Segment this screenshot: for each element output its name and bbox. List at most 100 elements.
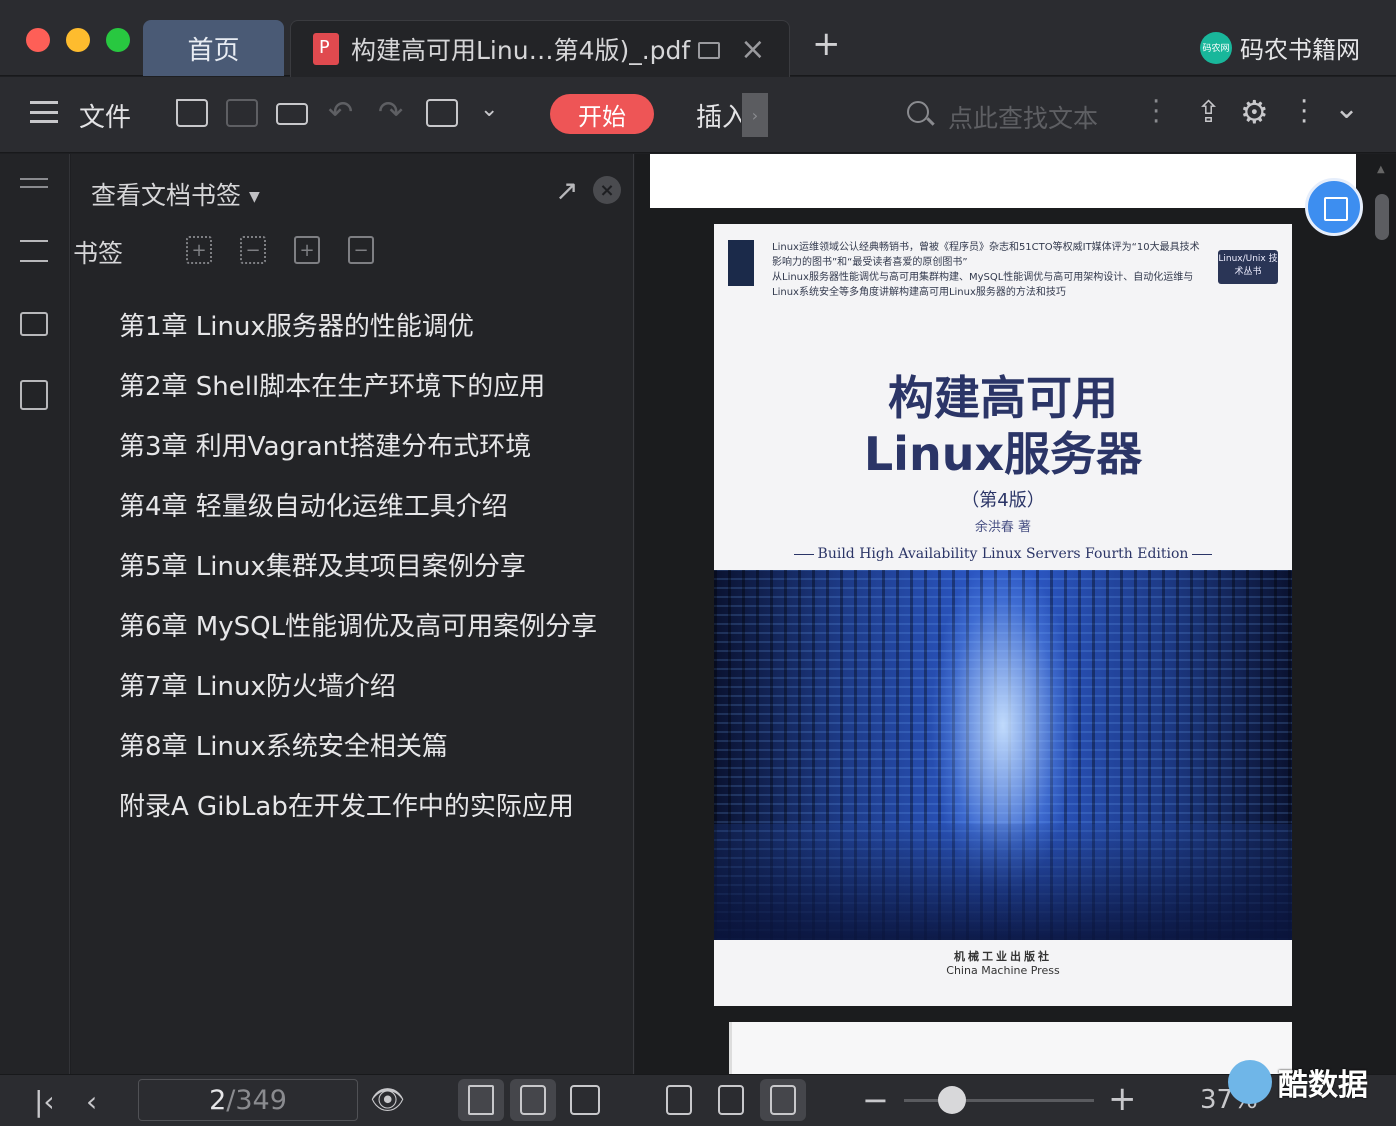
publisher-logo-icon xyxy=(728,240,754,286)
bookmark-panel: 查看文档书签 ▼ ↗ × 书签 + − + − 第1章 Linux服务器的性能调优… xyxy=(71,154,634,1074)
undo-icon[interactable]: ↶ xyxy=(328,95,353,130)
bookmark-list-icon[interactable] xyxy=(20,240,48,262)
tab-insert[interactable]: 插入 xyxy=(696,97,741,134)
more-options-icon[interactable]: · · · xyxy=(1300,89,1308,135)
tab-start[interactable]: 开始 xyxy=(550,94,654,134)
pop-out-icon[interactable]: ↗ xyxy=(555,174,578,207)
status-bar: |‹ ‹ 2 / 349 👁 − + 37% xyxy=(0,1074,1396,1126)
bookmark-list: 第1章 Linux服务器的性能调优 第2章 Shell脚本在生产环境下的应用 第… xyxy=(119,306,597,846)
file-menu[interactable]: 文件 xyxy=(79,97,131,134)
fit-page-button[interactable] xyxy=(708,1079,754,1121)
bookmark-item[interactable]: 第1章 Linux服务器的性能调优 xyxy=(119,306,597,366)
collapse-all-icon[interactable]: − xyxy=(240,236,266,264)
single-page-button[interactable] xyxy=(510,1079,556,1121)
search-input[interactable]: 点此查找文本 xyxy=(948,99,1098,135)
bookmark-item[interactable]: 第4章 轻量级自动化运维工具介绍 xyxy=(119,486,597,546)
bookmark-item[interactable]: 第5章 Linux集群及其项目案例分享 xyxy=(119,546,597,606)
zoom-slider-handle[interactable] xyxy=(937,1086,966,1114)
publisher-name-cn: 机械工业出版社 xyxy=(954,950,1052,963)
new-tab-button[interactable]: + xyxy=(812,24,841,64)
actual-size-button[interactable] xyxy=(656,1079,702,1121)
convert-document-icon[interactable] xyxy=(20,380,48,410)
bookmark-item[interactable]: 附录A GibLab在开发工作中的实际应用 xyxy=(119,786,597,846)
close-panel-icon[interactable]: × xyxy=(593,176,621,204)
page-separator: / xyxy=(226,1084,236,1116)
tabs-scroll-right-button[interactable]: › xyxy=(742,93,768,137)
two-page-button[interactable] xyxy=(562,1079,608,1121)
watermark-text: 酷数据 xyxy=(1278,1068,1368,1103)
more-divider-icon: · · · xyxy=(1152,87,1161,137)
first-page-icon[interactable]: |‹ xyxy=(34,1085,55,1118)
fit-width-button[interactable] xyxy=(760,1079,806,1121)
close-window-button[interactable] xyxy=(26,28,50,52)
bookmark-panel-title[interactable]: 查看文档书签 ▼ xyxy=(91,176,260,212)
save-icon[interactable] xyxy=(226,99,258,127)
maximize-window-button[interactable] xyxy=(106,28,130,52)
collapse-toolbar-icon[interactable]: ⌄ xyxy=(1334,91,1359,126)
cover-author: 余洪春 著 xyxy=(974,520,1032,535)
bookmark-item[interactable]: 第6章 MySQL性能调优及高可用案例分享 xyxy=(119,606,597,666)
side-rail xyxy=(0,154,70,1074)
current-page: 2 xyxy=(209,1084,227,1116)
toolbar: 文件 ↶ ↷ ⌄ 开始 插入 › 点此查找文本 · · · ⇪ ⚙ · · · ⌄ xyxy=(0,77,1396,153)
zoom-in-icon[interactable]: + xyxy=(1108,1079,1137,1119)
total-pages: 349 xyxy=(235,1084,287,1116)
document-viewer[interactable]: Linux运维领域公认经典畅销书，曾被《程序员》杂志和51CTO等权威IT媒体评… xyxy=(635,154,1396,1074)
convert-icon[interactable] xyxy=(426,99,458,127)
thumbnail-image-icon[interactable] xyxy=(20,312,48,336)
zoom-out-icon[interactable]: − xyxy=(862,1081,889,1119)
next-page xyxy=(729,1022,1292,1074)
open-folder-icon[interactable] xyxy=(176,99,208,127)
zoom-slider[interactable] xyxy=(904,1099,1094,1102)
fit-width-icon xyxy=(770,1085,796,1115)
monitor-icon[interactable] xyxy=(698,41,721,59)
bookmark-item[interactable]: 第2章 Shell脚本在生产环境下的应用 xyxy=(119,366,597,426)
brand: 码农网 码农书籍网 xyxy=(1200,30,1360,65)
cover-edition: （第4版） xyxy=(961,490,1045,511)
minimize-window-button[interactable] xyxy=(66,28,90,52)
bookmark-item[interactable]: 第7章 Linux防火墙介绍 xyxy=(119,666,597,726)
tab-document[interactable]: 构建高可用Linu…第4版)_.pdf × xyxy=(290,20,790,77)
drag-handle-icon[interactable] xyxy=(20,178,48,188)
watermark: 酷数据 xyxy=(1228,1052,1378,1112)
title-bar: 首页 构建高可用Linu…第4版)_.pdf × + 码农网 码农书籍网 xyxy=(0,0,1396,77)
tab-home[interactable]: 首页 xyxy=(143,20,284,76)
convert-float-button[interactable] xyxy=(1305,178,1363,236)
share-icon[interactable]: ⇪ xyxy=(1196,95,1221,130)
remove-bookmark-icon[interactable]: − xyxy=(348,236,374,264)
cover-blurb-line: 从Linux服务器性能调优与高可用集群构建、MySQL性能调优与高可用架构设计、… xyxy=(772,272,1194,298)
brand-name: 码农书籍网 xyxy=(1240,36,1360,64)
actual-size-icon xyxy=(666,1085,692,1115)
previous-page xyxy=(650,154,1356,208)
cover-english-title: Build High Availability Linux Servers Fo… xyxy=(714,546,1292,562)
eye-icon[interactable]: 👁 xyxy=(370,1083,406,1116)
single-page-icon xyxy=(520,1085,546,1115)
add-bookmark-icon[interactable]: + xyxy=(294,236,320,264)
print-icon[interactable] xyxy=(276,103,308,125)
caret-down-icon: ▼ xyxy=(249,189,260,205)
scroll-up-arrow-icon[interactable]: ▲ xyxy=(1377,164,1385,175)
previous-page-icon[interactable]: ‹ xyxy=(86,1085,97,1118)
gear-icon[interactable]: ⚙ xyxy=(1240,93,1269,131)
vertical-scrollbar[interactable] xyxy=(1375,194,1389,240)
bookmark-item[interactable]: 第3章 利用Vagrant搭建分布式环境 xyxy=(119,426,597,486)
expand-all-icon[interactable]: + xyxy=(186,236,212,264)
series-badge: Linux/Unix 技术丛书 xyxy=(1218,250,1278,284)
chevron-down-icon[interactable]: ⌄ xyxy=(480,97,498,122)
continuous-view-icon xyxy=(468,1085,494,1115)
brand-logo-icon: 码农网 xyxy=(1200,31,1232,64)
tab-start-label: 开始 xyxy=(578,102,626,131)
tab-home-label: 首页 xyxy=(187,35,240,66)
page-number-input[interactable]: 2 / 349 xyxy=(138,1079,358,1121)
fit-page-icon xyxy=(718,1085,744,1115)
bookmark-panel-title-text: 查看文档书签 xyxy=(91,181,242,210)
bookmark-item[interactable]: 第8章 Linux系统安全相关篇 xyxy=(119,726,597,786)
search-icon[interactable] xyxy=(907,101,929,123)
redo-icon[interactable]: ↷ xyxy=(378,95,403,130)
menu-icon[interactable] xyxy=(30,101,58,123)
close-tab-icon[interactable]: × xyxy=(740,32,765,67)
continuous-view-button[interactable] xyxy=(458,1079,504,1121)
cover-title: Linux服务器 xyxy=(863,427,1143,481)
pdf-file-icon xyxy=(313,33,339,65)
datacenter-floor xyxy=(714,824,1292,940)
